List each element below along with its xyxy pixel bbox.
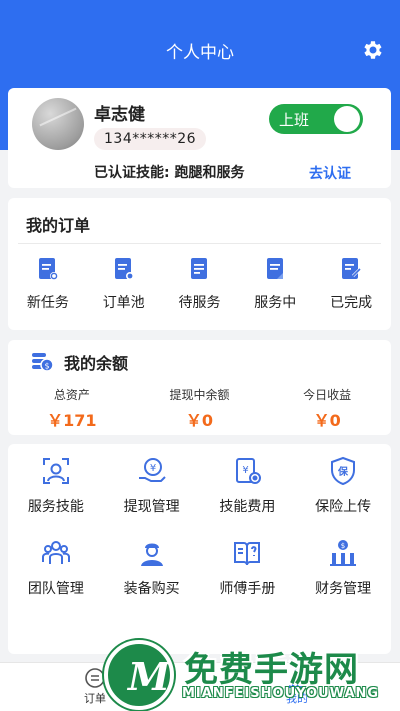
user-tab-icon [288, 669, 306, 688]
service-label: 团队管理 [27, 581, 84, 597]
money-hand-icon: ¥ [138, 458, 166, 482]
bottom-tab-bar: 订单 我的 [0, 662, 400, 711]
service-withdraw[interactable]: ¥ 提现管理 [104, 456, 200, 516]
duty-toggle[interactable]: 上班 [269, 104, 363, 134]
service-label: 提现管理 [123, 499, 180, 515]
verify-link[interactable]: 去认证 [309, 163, 351, 183]
service-equipment[interactable]: 装备购买 [104, 538, 200, 598]
tab-orders[interactable]: 订单 [84, 667, 106, 706]
service-label: 师傅手册 [219, 581, 276, 597]
document-pool-icon [114, 258, 134, 280]
balance-value: ￥0 [185, 411, 214, 430]
order-item-label: 服务中 [254, 295, 297, 311]
service-team[interactable]: 团队管理 [8, 538, 104, 598]
service-finance[interactable]: $ 财务管理 [295, 538, 391, 598]
finance-icon: $ [330, 540, 357, 566]
order-completed[interactable]: 已完成 [314, 256, 388, 312]
tab-me[interactable]: 我的 [286, 667, 308, 706]
service-fees[interactable]: ¥ 技能费用 [200, 456, 296, 516]
document-progress-icon [267, 258, 284, 279]
order-item-label: 订单池 [102, 295, 145, 311]
orders-title: 我的订单 [26, 216, 91, 235]
avatar[interactable] [32, 98, 84, 150]
team-icon [41, 541, 70, 564]
fee-icon: ¥ [236, 458, 262, 484]
user-phone: 134******26 [94, 128, 207, 150]
services-card: 服务技能 ¥ 提现管理 ¥ 技能费用 保 保险上传 团队管理 装备购买 师傅手册… [8, 444, 391, 654]
order-pool[interactable]: 订单池 [87, 256, 161, 312]
balance-label: 总资产 [53, 388, 90, 402]
my-balance-card[interactable]: $ 我的余额 总资产 ￥171 提现中余额 ￥0 今日收益 ￥0 [8, 340, 391, 435]
face-scan-icon [42, 458, 69, 484]
balance-value: ￥0 [313, 411, 341, 430]
service-label: 财务管理 [315, 581, 372, 597]
tab-label: 订单 [84, 692, 106, 705]
svg-text:保: 保 [337, 465, 349, 478]
balance-label: 提现中余额 [169, 388, 230, 402]
duty-toggle-label: 上班 [279, 111, 310, 129]
order-item-label: 已完成 [330, 295, 373, 311]
svg-text:¥: ¥ [243, 465, 249, 476]
balance-title: 我的余额 [64, 354, 129, 373]
worker-icon [140, 543, 163, 566]
document-done-icon [342, 258, 362, 279]
page-title: 个人中心 [166, 43, 234, 63]
divider [18, 243, 381, 244]
book-icon [234, 542, 261, 566]
balance-label: 今日收益 [303, 388, 352, 402]
order-awaiting[interactable]: 待服务 [162, 256, 236, 312]
wallet-coins-icon: $ [32, 353, 54, 372]
gear-icon[interactable] [360, 38, 384, 62]
document-wait-icon [191, 258, 208, 279]
my-orders-card: 我的订单 新任务 订单池 待服务 服务中 已完成 [8, 198, 391, 330]
service-label: 装备购买 [123, 581, 180, 597]
document-search-icon [38, 258, 58, 280]
total-assets: 总资产 ￥171 [12, 386, 132, 431]
svg-text:¥: ¥ [149, 463, 155, 474]
today-earnings: 今日收益 ￥0 [267, 386, 387, 431]
insurance-shield-icon: 保 [331, 456, 356, 486]
order-in-service[interactable]: 服务中 [238, 256, 312, 312]
svg-text:$: $ [341, 542, 345, 550]
orders-tab-icon [85, 668, 105, 688]
service-label: 技能费用 [219, 499, 276, 515]
verified-skills: 已认证技能: 跑腿和服务 [94, 165, 245, 181]
service-handbook[interactable]: 师傅手册 [200, 538, 296, 598]
order-new-task[interactable]: 新任务 [11, 256, 85, 312]
tab-label: 我的 [286, 692, 308, 705]
svg-text:$: $ [44, 362, 49, 371]
order-item-label: 待服务 [178, 295, 221, 311]
service-skills[interactable]: 服务技能 [8, 456, 104, 516]
service-label: 服务技能 [27, 499, 84, 515]
order-item-label: 新任务 [26, 295, 69, 311]
balance-value: ￥171 [47, 411, 97, 430]
user-name: 卓志健 [94, 105, 145, 125]
withdrawing-balance: 提现中余额 ￥0 [139, 386, 259, 431]
service-label: 保险上传 [315, 499, 372, 515]
service-insurance[interactable]: 保 保险上传 [295, 456, 391, 516]
profile-card: 卓志健 134******26 已认证技能: 跑腿和服务 去认证 上班 [8, 88, 391, 188]
toggle-knob [334, 106, 360, 132]
